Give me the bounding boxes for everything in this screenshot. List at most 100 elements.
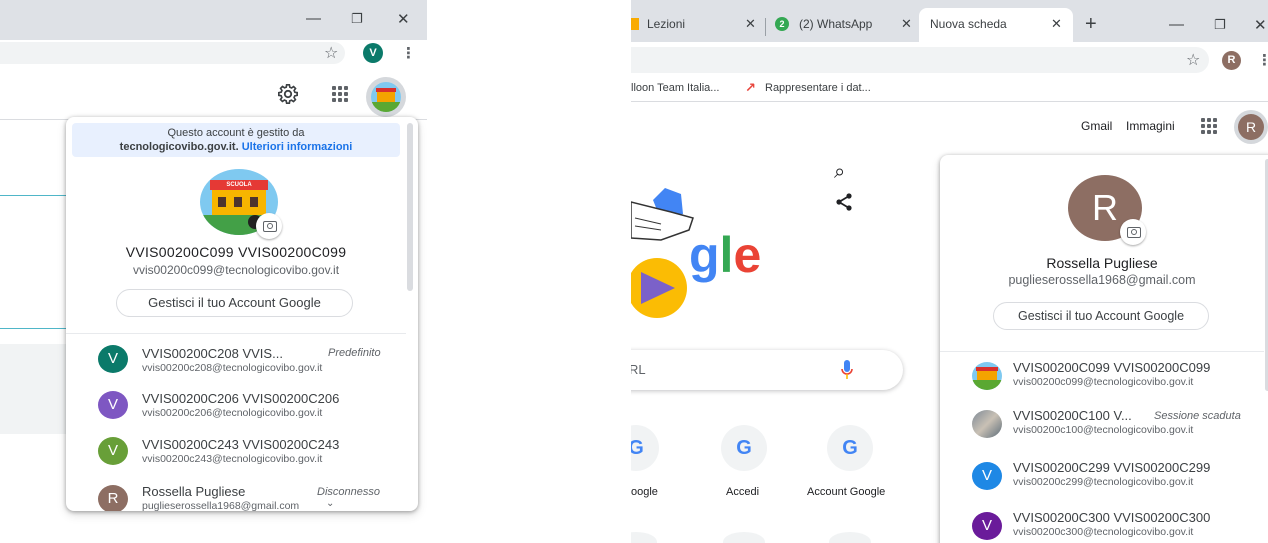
shortcut-account-google[interactable]: G xyxy=(827,425,873,471)
menu-icon[interactable]: ⋮ xyxy=(1257,51,1268,69)
profile-avatar[interactable]: V xyxy=(363,43,383,63)
account-name: VVIS00200C206 VVIS00200C206 xyxy=(142,391,340,406)
tab-nuova-scheda[interactable]: Nuova scheda ✕ xyxy=(919,8,1073,42)
current-account-email: vvis00200c099@tecnologicovibo.gov.it xyxy=(132,263,340,277)
account-avatar: V xyxy=(972,512,1002,540)
bookmark-star-icon[interactable]: ☆ xyxy=(1186,50,1200,70)
current-account-name: Rossella Pugliese xyxy=(1046,255,1158,271)
popup-scrollbar[interactable] xyxy=(407,123,413,291)
tab-label: (2) WhatsApp xyxy=(799,17,873,31)
account-name: VVIS00200C299 VVIS00200C299 xyxy=(1013,460,1211,475)
right-browser-window: Lezioni ✕ 2 (2) WhatsApp ✕ Nuova scheda … xyxy=(631,0,1268,543)
account-email: vvis00200c100@tecnologicovibo.gov.it xyxy=(1013,424,1194,436)
change-photo-camera-icon[interactable] xyxy=(1120,219,1146,245)
account-row[interactable]: VVIS00200C099 VVIS00200C099 vvis00200c09… xyxy=(940,354,1264,398)
account-email: vvis00200c300@tecnologicovibo.gov.it xyxy=(1013,526,1194,538)
tab-strip: Lezioni ✕ 2 (2) WhatsApp ✕ Nuova scheda … xyxy=(631,0,1268,42)
gmail-link[interactable]: Gmail xyxy=(1081,119,1112,133)
account-name: VVIS00200C208 VVIS... xyxy=(142,346,283,361)
tab-close-icon[interactable]: ✕ xyxy=(901,16,912,32)
account-status-tag: Predefinito xyxy=(328,347,381,359)
current-account-email: puglieserossella1968@gmail.com xyxy=(1008,273,1196,287)
change-photo-camera-icon[interactable] xyxy=(256,213,282,239)
account-name: Rossella Pugliese xyxy=(142,484,246,499)
divider xyxy=(66,333,406,334)
account-avatar: V xyxy=(98,391,128,419)
account-avatar-button[interactable] xyxy=(366,77,406,117)
minimize-button[interactable]: — xyxy=(1169,16,1184,33)
account-row[interactable]: V VVIS00200C206 VVIS00200C206 vvis00200c… xyxy=(66,381,406,427)
account-avatar xyxy=(972,410,1002,438)
school-banner: SCUOLA xyxy=(210,180,268,190)
managed-account-notice: Questo account è gestito da tecnologicov… xyxy=(72,123,400,157)
manage-account-button[interactable]: Gestisci il tuo Account Google xyxy=(116,289,353,317)
account-row[interactable]: VVIS00200C100 V... vvis00200c100@tecnolo… xyxy=(940,402,1264,446)
tab-whatsapp[interactable]: 2 (2) WhatsApp ✕ xyxy=(769,8,917,42)
tab-close-icon[interactable]: ✕ xyxy=(745,16,756,32)
shortcut-label: Accedi xyxy=(726,486,760,498)
managed-domain: tecnologicovibo.gov.it. xyxy=(119,141,239,153)
account-row[interactable]: V VVIS00200C300 VVIS00200C300 vvis00200c… xyxy=(940,504,1264,543)
bookmark-item[interactable]: lloon Team Italia... xyxy=(631,82,719,94)
account-avatar: V xyxy=(98,437,128,465)
account-email: vvis00200c099@tecnologicovibo.gov.it xyxy=(1013,376,1194,388)
account-name: VVIS00200C100 V... xyxy=(1013,408,1132,423)
restore-button[interactable]: ❐ xyxy=(1214,17,1226,33)
account-row[interactable]: V VVIS00200C299 VVIS00200C299 vvis00200c… xyxy=(940,454,1264,498)
share-icon[interactable] xyxy=(835,193,853,211)
tab-close-icon[interactable]: ✕ xyxy=(1051,16,1062,32)
account-email: vvis00200c299@tecnologicovibo.gov.it xyxy=(1013,476,1194,488)
account-avatar-button[interactable]: R xyxy=(1234,110,1268,144)
bookmark-star-icon[interactable]: ☆ xyxy=(324,43,338,63)
school-avatar-icon xyxy=(371,82,401,112)
shortcut-google[interactable]: G xyxy=(631,425,659,471)
account-name: VVIS00200C300 VVIS00200C300 xyxy=(1013,510,1211,525)
apps-grid-icon[interactable] xyxy=(332,86,348,102)
page-block xyxy=(0,344,70,434)
search-icon[interactable]: ⌕ xyxy=(834,161,845,184)
account-row[interactable]: V VVIS00200C243 VVIS00200C243 vvis00200c… xyxy=(66,427,406,473)
tab-lezioni[interactable]: Lezioni ✕ xyxy=(631,8,763,42)
tab-label: Nuova scheda xyxy=(930,17,1007,31)
close-button[interactable]: ✕ xyxy=(1254,16,1267,34)
shortcut-accedi[interactable]: G xyxy=(721,425,767,471)
account-name: VVIS00200C243 VVIS00200C243 xyxy=(142,437,340,452)
menu-icon[interactable]: ⋮ xyxy=(401,44,416,62)
bookmarks-bar: lloon Team Italia... ↗ Rappresentare i d… xyxy=(631,76,1268,102)
account-row[interactable]: V VVIS00200C208 VVIS... vvis00200c208@te… xyxy=(66,335,406,381)
close-button[interactable]: ✕ xyxy=(397,10,410,28)
current-account-name: VVIS00200C099 VVIS00200C099 xyxy=(125,244,347,260)
minimize-button[interactable]: — xyxy=(306,10,321,27)
whatsapp-badge-icon: 2 xyxy=(775,17,789,31)
shortcut-label: Account Google xyxy=(807,486,886,498)
google-doodle[interactable]: gle xyxy=(631,160,801,320)
images-link[interactable]: Immagini xyxy=(1126,119,1175,133)
account-avatar: R xyxy=(1238,114,1264,140)
doodle-text: gle xyxy=(689,227,761,283)
classroom-icon xyxy=(631,18,639,30)
address-bar[interactable]: ☆ xyxy=(0,42,345,64)
restore-button[interactable]: ❐ xyxy=(351,11,363,27)
account-row[interactable]: R Rossella Pugliese puglieserossella1968… xyxy=(66,475,406,511)
settings-gear-icon[interactable] xyxy=(277,83,299,105)
new-tab-button[interactable]: + xyxy=(1085,13,1097,36)
account-email: puglieserossella1968@gmail.com xyxy=(142,500,300,511)
account-email: vvis00200c206@tecnologicovibo.gov.it xyxy=(142,407,323,419)
divider xyxy=(940,351,1264,352)
decor-line xyxy=(0,195,70,196)
account-avatar: R xyxy=(98,485,128,511)
address-bar[interactable]: ☆ xyxy=(631,47,1209,73)
chevron-down-icon[interactable]: ⌄ xyxy=(326,498,334,509)
learn-more-link[interactable]: Ulteriori informazioni xyxy=(242,141,353,153)
manage-account-button[interactable]: Gestisci il tuo Account Google xyxy=(993,302,1209,330)
title-bar: — ❐ ✕ xyxy=(0,0,427,40)
bookmark-item[interactable]: Rappresentare i dat... xyxy=(765,82,871,94)
microphone-icon[interactable] xyxy=(841,360,853,380)
managed-notice-text: Questo account è gestito da xyxy=(167,127,305,139)
apps-grid-icon[interactable] xyxy=(1201,118,1217,134)
bookmark-favicon-icon: ↗ xyxy=(745,80,756,95)
account-status-tag: Sessione scaduta xyxy=(1154,410,1241,422)
left-browser-window: — ❐ ✕ ☆ V ⋮ Questo account è gestito da … xyxy=(0,0,427,543)
search-box[interactable]: RL xyxy=(631,350,903,390)
profile-avatar[interactable]: R xyxy=(1222,51,1241,70)
